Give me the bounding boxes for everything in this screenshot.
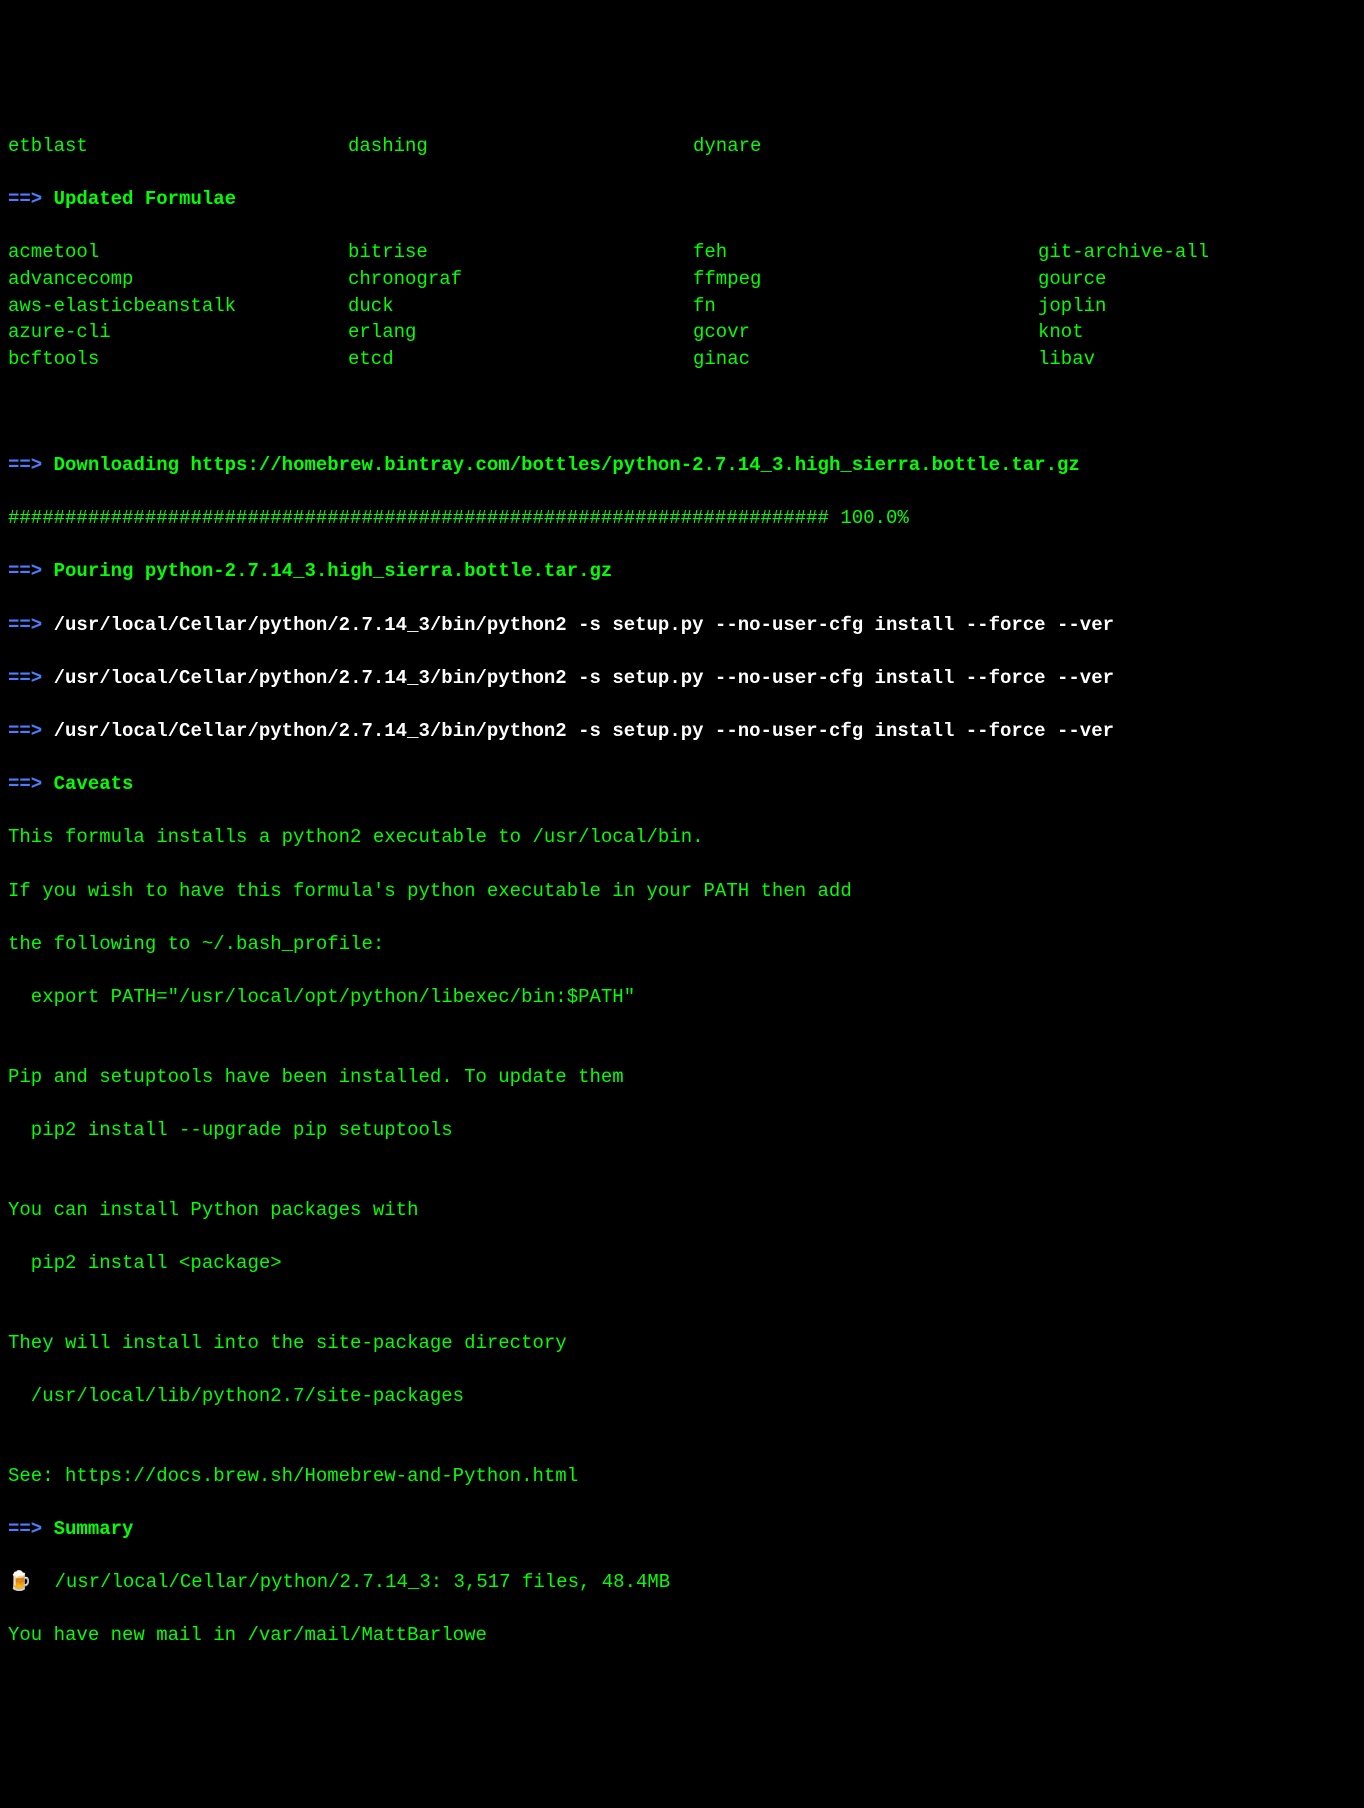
arrow-icon: ==>	[8, 667, 42, 689]
setup-line-2: ==> /usr/local/Cellar/python/2.7.14_3/bi…	[8, 665, 1356, 692]
formula-item: gource	[1038, 268, 1106, 290]
partial-col2: dashing	[348, 133, 693, 160]
updated-formulae-label: Updated Formulae	[54, 188, 236, 210]
setup-line-3: ==> /usr/local/Cellar/python/2.7.14_3/bi…	[8, 718, 1356, 745]
formulae-col4: git-archive-all gource joplin knot libav	[1038, 239, 1356, 372]
arrow-icon: ==>	[8, 720, 42, 742]
formula-item: advancecomp	[8, 268, 133, 290]
formula-item: azure-cli	[8, 321, 111, 343]
setup-line-1: ==> /usr/local/Cellar/python/2.7.14_3/bi…	[8, 612, 1356, 639]
caveats-text: /usr/local/lib/python2.7/site-packages	[8, 1383, 1356, 1410]
formula-item: ffmpeg	[693, 268, 761, 290]
downloading-url: https://homebrew.bintray.com/bottles/pyt…	[190, 454, 1079, 476]
progress-bar: ########################################…	[8, 507, 829, 529]
arrow-icon: ==>	[8, 614, 42, 636]
progress-line: ########################################…	[8, 505, 1356, 532]
caveats-text: pip2 install <package>	[8, 1250, 1356, 1277]
partial-col1: etblast	[8, 133, 348, 160]
mail-notification: You have new mail in /var/mail/MattBarlo…	[8, 1622, 1356, 1649]
formula-item: etcd	[348, 348, 394, 370]
formula-item: acmetool	[8, 241, 99, 263]
caveats-text: export PATH="/usr/local/opt/python/libex…	[8, 984, 1356, 1011]
pouring-label: Pouring	[54, 560, 134, 582]
formula-item: erlang	[348, 321, 416, 343]
formula-item: gcovr	[693, 321, 750, 343]
partial-col3: dynare	[693, 133, 1038, 160]
blank-line	[8, 399, 1356, 426]
arrow-icon: ==>	[8, 188, 42, 210]
pouring-line: ==> Pouring python-2.7.14_3.high_sierra.…	[8, 558, 1356, 585]
summary-line: 🍺 /usr/local/Cellar/python/2.7.14_3: 3,5…	[8, 1569, 1356, 1596]
arrow-icon: ==>	[8, 454, 42, 476]
formula-item: joplin	[1038, 295, 1106, 317]
arrow-icon: ==>	[8, 1518, 42, 1540]
setup-command: /usr/local/Cellar/python/2.7.14_3/bin/py…	[54, 614, 1114, 636]
arrow-icon: ==>	[8, 560, 42, 582]
caveats-text: pip2 install --upgrade pip setuptools	[8, 1117, 1356, 1144]
downloading-label: Downloading	[54, 454, 179, 476]
formula-item: chronograf	[348, 268, 462, 290]
formula-item: duck	[348, 295, 394, 317]
formulae-col3: feh ffmpeg fn gcovr ginac	[693, 239, 1038, 372]
beer-icon: 🍺	[8, 1571, 32, 1593]
formula-item: fn	[693, 295, 716, 317]
arrow-icon: ==>	[8, 773, 42, 795]
caveats-header: ==> Caveats	[8, 771, 1356, 798]
caveats-text: You can install Python packages with	[8, 1197, 1356, 1224]
caveats-text: If you wish to have this formula's pytho…	[8, 878, 1356, 905]
progress-percent: 100.0%	[840, 507, 908, 529]
summary-text: /usr/local/Cellar/python/2.7.14_3: 3,517…	[54, 1571, 670, 1593]
formulae-list: acmetool advancecomp aws-elasticbeanstal…	[8, 239, 1356, 372]
pouring-file: python-2.7.14_3.high_sierra.bottle.tar.g…	[145, 560, 612, 582]
caveats-text: Pip and setuptools have been installed. …	[8, 1064, 1356, 1091]
formula-item: git-archive-all	[1038, 241, 1209, 263]
formula-item: ginac	[693, 348, 750, 370]
updated-formulae-header: ==> Updated Formulae	[8, 186, 1356, 213]
formulae-col2: bitrise chronograf duck erlang etcd	[348, 239, 693, 372]
formula-item: aws-elasticbeanstalk	[8, 295, 236, 317]
formula-item: bitrise	[348, 241, 428, 263]
formula-item: feh	[693, 241, 727, 263]
formula-item: knot	[1038, 321, 1084, 343]
downloading-line: ==> Downloading https://homebrew.bintray…	[8, 452, 1356, 479]
formulae-col1: acmetool advancecomp aws-elasticbeanstal…	[8, 239, 348, 372]
terminal-window[interactable]: etblastdashingdynare ==> Updated Formula…	[0, 106, 1364, 1675]
summary-label: Summary	[54, 1518, 134, 1540]
setup-command: /usr/local/Cellar/python/2.7.14_3/bin/py…	[54, 720, 1114, 742]
formula-item: bcftools	[8, 348, 99, 370]
summary-header: ==> Summary	[8, 1516, 1356, 1543]
formula-item: libav	[1038, 348, 1095, 370]
caveats-text: See: https://docs.brew.sh/Homebrew-and-P…	[8, 1463, 1356, 1490]
setup-command: /usr/local/Cellar/python/2.7.14_3/bin/py…	[54, 667, 1114, 689]
caveats-text: the following to ~/.bash_profile:	[8, 931, 1356, 958]
caveats-text: This formula installs a python2 executab…	[8, 824, 1356, 851]
caveats-label: Caveats	[54, 773, 134, 795]
partial-line: etblastdashingdynare	[8, 133, 1356, 160]
caveats-text: They will install into the site-package …	[8, 1330, 1356, 1357]
